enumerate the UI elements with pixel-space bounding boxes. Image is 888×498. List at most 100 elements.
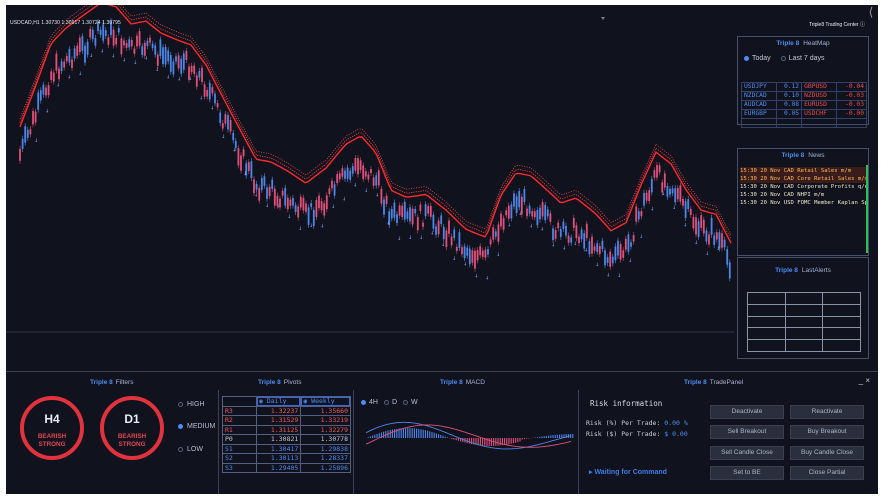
candle-body xyxy=(682,198,684,206)
info-circle-icon[interactable]: ⓘ xyxy=(860,22,865,28)
candle-body xyxy=(461,247,463,255)
sell-breakout-button[interactable]: Sell Breakout xyxy=(710,425,784,439)
signal-arrow-icon: ↓ xyxy=(100,48,104,54)
deactivate-button[interactable]: Deactivate xyxy=(710,405,784,419)
news-list: 15:30 20 Nov CAD Retail Sales m/m 15:30 2… xyxy=(740,167,868,207)
news-item[interactable]: 15:30 20 Nov CAD NHPI m/m xyxy=(740,191,868,199)
sell-candle-close-button[interactable]: Sell Candle Close xyxy=(710,446,784,460)
heatmap-row: EURGBP 0.05 USDCHF -0.00 xyxy=(741,109,868,119)
pivots-row: S1 1.30417 1.29838 xyxy=(222,443,351,454)
gauge-signal: BEARISH STRONG xyxy=(104,433,160,448)
candle-body xyxy=(372,177,375,186)
level-medium-radio[interactable]: MEDIUM xyxy=(178,423,215,430)
heatmap-empty-cell xyxy=(741,118,777,128)
buy-breakout-button[interactable]: Buy Breakout xyxy=(790,425,864,439)
news-item[interactable]: 15:30 20 Nov CAD Core Retail Sales m/m xyxy=(740,175,868,183)
set-to-be-button[interactable]: Set to BE xyxy=(710,466,784,480)
buy-candle-close-button[interactable]: Buy Candle Close xyxy=(790,446,864,460)
pivots-row: R1 1.31125 1.32279 xyxy=(222,424,351,435)
candle-body xyxy=(224,114,227,124)
candle-body xyxy=(671,188,674,194)
candle-body xyxy=(154,45,157,55)
candle-body xyxy=(266,187,268,199)
candle-body xyxy=(630,242,632,247)
candle-body xyxy=(713,235,716,245)
candle-body xyxy=(627,234,630,252)
heatmap-pair: NZDUSD xyxy=(801,91,837,101)
signal-arrow-icon: ↓ xyxy=(45,109,49,115)
candle-body xyxy=(21,138,24,149)
candle-body xyxy=(297,206,300,218)
candle-body xyxy=(380,188,383,204)
candle-body xyxy=(578,236,580,243)
candle-body xyxy=(424,204,427,217)
alerts-brand: Triple 8 xyxy=(775,267,798,274)
reactivate-button[interactable]: Reactivate xyxy=(790,405,864,419)
candle-body xyxy=(206,90,209,97)
heatmap-value: -0.04 xyxy=(835,82,868,92)
tradepanel-title-text: TradePanel xyxy=(709,379,744,386)
candle-body xyxy=(544,204,547,221)
price-chart-canvas[interactable]: ↓ ↓ ↓ ↓ ↓ ↓ ↓ ↓ ↓ ↓ ↓ ↓ ↓ ↓ ↓ ↓ ↓ ↓ ↓ ↓ ↓ ↓ ↓ ↓ ↓ ↓ ↓ ↓ ↓ ↓ ↓ ↓ ↓ ↓ ↓ ↓ ↓ ↓ ↓ ↓… xyxy=(6,5,734,371)
level-high-radio[interactable]: HIGH xyxy=(178,401,205,408)
alert-cell xyxy=(747,303,786,317)
candle-body xyxy=(138,30,141,46)
alert-cell xyxy=(784,327,824,341)
radio-unselected-icon xyxy=(178,447,183,452)
candle-body xyxy=(689,208,692,215)
risk-usd-row: Risk ($) Per Trade: $ 0.00 xyxy=(586,430,688,438)
radio-unselected-icon xyxy=(780,56,786,61)
pivots-weekly-header[interactable]: ◉ Weekly xyxy=(300,396,351,407)
macd-panel: 4H D W xyxy=(356,395,576,493)
close-partial-button[interactable]: Close Partial xyxy=(790,466,864,480)
chart-menu-arrow-icon[interactable] xyxy=(601,17,605,20)
news-scrollbar[interactable] xyxy=(866,165,868,253)
candle-body xyxy=(518,191,521,208)
alert-cell xyxy=(747,339,786,352)
heatmap-option-today[interactable]: Today xyxy=(744,55,771,62)
candle-body xyxy=(63,61,66,68)
candle-body xyxy=(635,206,638,222)
pivots-daily-header[interactable]: ◉ Daily xyxy=(255,396,302,407)
news-brand: Triple 8 xyxy=(781,152,805,159)
candle-body xyxy=(528,205,531,214)
candle-body xyxy=(185,50,188,60)
price-chart[interactable]: ↓ ↓ ↓ ↓ ↓ ↓ ↓ ↓ ↓ ↓ ↓ ↓ ↓ ↓ ↓ ↓ ↓ ↓ ↓ ↓ ↓ ↓ ↓ ↓ ↓ ↓ ↓ ↓ ↓ ↓ ↓ ↓ ↓ ↓ ↓ ↓ ↓ ↓ ↓ ↓… xyxy=(6,5,734,371)
candle-body xyxy=(401,205,404,217)
signal-arrow-icon: ↓ xyxy=(89,53,93,59)
candle-body xyxy=(721,233,723,248)
macd-title: Triple 8 MACD xyxy=(440,379,485,386)
candle-body xyxy=(162,47,164,64)
candle-body xyxy=(398,205,401,216)
candle-body xyxy=(286,197,289,210)
candle-body xyxy=(71,59,73,68)
candle-body xyxy=(47,85,50,96)
candle-body xyxy=(702,219,705,234)
candle-body xyxy=(489,239,492,245)
signal-arrow-icon: ↓ xyxy=(672,205,676,211)
candle-body xyxy=(500,213,502,227)
signal-arrow-icon: ↓ xyxy=(56,82,60,88)
candle-body xyxy=(705,230,708,242)
heatmap-value: -0.00 xyxy=(835,109,868,119)
news-item[interactable]: 15:30 20 Nov CAD Retail Sales m/m xyxy=(740,167,868,175)
signal-arrow-icon: ↓ xyxy=(463,261,467,267)
candle-body xyxy=(492,227,495,240)
candle-body xyxy=(364,171,367,177)
news-item[interactable]: 15:30 20 Nov CAD Corporate Profits q/q xyxy=(740,183,868,191)
heatmap-empty-cell xyxy=(775,118,803,128)
candle-body xyxy=(151,43,154,49)
candle-body xyxy=(180,58,183,74)
panel-close-button[interactable]: _ × xyxy=(859,376,870,385)
candle-body xyxy=(562,221,565,229)
filters-title: Triple 8 Filters xyxy=(90,379,133,386)
heatmap-option-last7[interactable]: Last 7 days xyxy=(780,55,825,62)
candle-body xyxy=(143,42,146,56)
news-item[interactable]: 15:30 20 Nov USD FOMC Member Kaplan Spea… xyxy=(740,199,868,207)
level-low-radio[interactable]: LOW xyxy=(178,446,203,453)
gauge-h4: H4 BEARISH STRONG xyxy=(20,396,84,460)
heatmap-title: Triple 8 HeatMap xyxy=(738,37,868,51)
header-label: Daily xyxy=(266,397,287,406)
signal-arrow-icon: ↓ xyxy=(386,221,390,227)
pivots-header: ◉ Daily ◉ Weekly xyxy=(222,396,351,407)
